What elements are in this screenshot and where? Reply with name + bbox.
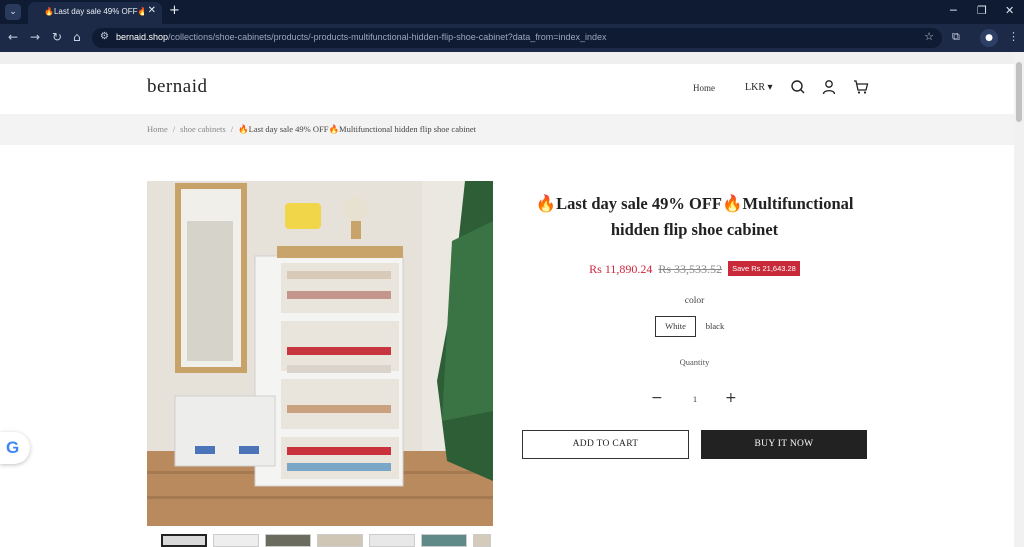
- reload-icon[interactable]: ↻: [52, 30, 62, 44]
- address-bar[interactable]: ⚙ bernaid.shop/collections/shoe-cabinets…: [92, 28, 942, 48]
- product-thumbnail[interactable]: [317, 534, 363, 547]
- google-icon: G: [6, 438, 20, 457]
- option-black-button[interactable]: black: [700, 316, 730, 337]
- breadcrumb-home[interactable]: Home: [147, 124, 168, 134]
- close-icon[interactable]: ✕: [1005, 4, 1014, 17]
- bookmark-star-icon[interactable]: ☆: [924, 30, 934, 43]
- quantity-decrease-button[interactable]: −: [651, 390, 663, 406]
- breadcrumb-separator: /: [172, 124, 176, 134]
- compare-price: Rs 33,533.52: [658, 262, 723, 276]
- new-tab-button[interactable]: +: [169, 3, 180, 18]
- quantity-increase-button[interactable]: +: [725, 390, 737, 406]
- product-title-line1: 🔥Last day sale 49% OFF🔥Multifunctional: [535, 194, 854, 213]
- forward-icon[interactable]: →: [30, 30, 40, 44]
- maximize-icon[interactable]: ❐: [977, 4, 987, 17]
- menu-icon[interactable]: ⋮: [1008, 30, 1019, 43]
- breadcrumb-collection[interactable]: shoe cabinets: [180, 124, 226, 134]
- breadcrumb-separator: /: [230, 124, 234, 134]
- breadcrumb: Home / shoe cabinets / 🔥Last day sale 49% OF…: [147, 124, 476, 135]
- store-logo[interactable]: bernaid: [147, 76, 207, 98]
- sale-price: Rs 11,890.24: [589, 262, 653, 276]
- profile-icon[interactable]: ●: [980, 29, 998, 47]
- product-title: 🔥Last day sale 49% OFF🔥Multifunctional h…: [522, 191, 867, 243]
- thumbnail-strip: [161, 534, 491, 547]
- account-icon[interactable]: [821, 79, 837, 95]
- quantity-label: Quantity: [679, 357, 710, 367]
- add-to-cart-button[interactable]: ADD TO CART: [522, 430, 689, 459]
- product-main-image[interactable]: [147, 181, 493, 526]
- cart-icon[interactable]: [853, 79, 869, 95]
- breadcrumb-current: 🔥Last day sale 49% OFF🔥Multifunctional h…: [238, 124, 476, 134]
- tab-close-icon[interactable]: ✕: [148, 5, 156, 16]
- browser-tab[interactable]: 🔥Last day sale 49% OFF🔥Mu ✕: [28, 2, 162, 24]
- extensions-icon[interactable]: ⧉: [952, 30, 960, 44]
- product-title-line2: hidden flip shoe cabinet: [610, 220, 779, 239]
- scrollbar-thumb[interactable]: [1016, 62, 1022, 122]
- product-thumbnail[interactable]: [473, 534, 491, 547]
- tab-search-icon[interactable]: ⌄: [5, 4, 21, 20]
- buy-now-button[interactable]: BUY IT NOW: [701, 430, 867, 459]
- site-info-icon[interactable]: ⚙: [100, 31, 109, 42]
- product-thumbnail[interactable]: [265, 534, 311, 547]
- option-label: color: [684, 296, 705, 306]
- breadcrumb-bar: Home / shoe cabinets / 🔥Last day sale 49% OF…: [0, 114, 1014, 145]
- announcement-bar: [0, 52, 1014, 64]
- url-text[interactable]: bernaid.shop/collections/shoe-cabinets/p…: [116, 32, 607, 42]
- nav-home-link[interactable]: Home: [693, 83, 715, 93]
- option-white-button[interactable]: White: [655, 316, 696, 337]
- product-thumbnail[interactable]: [369, 534, 415, 547]
- product-thumbnail[interactable]: [213, 534, 259, 547]
- product-thumbnail[interactable]: [421, 534, 467, 547]
- page-scrollbar[interactable]: [1014, 52, 1024, 547]
- page: bernaid Home LKR ▾ Home / shoe cabinets / 🔥L…: [0, 52, 1014, 547]
- price-row: Rs 11,890.24 Rs 33,533.52 Save Rs 21,643.2…: [522, 260, 867, 278]
- quantity-input[interactable]: 1: [680, 394, 710, 404]
- back-icon[interactable]: ←: [8, 30, 18, 44]
- save-badge: Save Rs 21,643.28: [728, 261, 800, 276]
- browser-toolbar: ← → ↻ ⌂ ⚙ bernaid.shop/collections/shoe-…: [0, 24, 1024, 52]
- tab-title: 🔥Last day sale 49% OFF🔥Mu: [44, 7, 144, 16]
- search-icon[interactable]: [790, 79, 806, 95]
- browser-tabstrip: ⌄ 🔥Last day sale 49% OFF🔥Mu ✕ + ─ ❐ ✕: [0, 0, 1024, 24]
- product-thumbnail[interactable]: [161, 534, 207, 547]
- minimize-icon[interactable]: ─: [950, 4, 957, 17]
- home-icon[interactable]: ⌂: [73, 30, 81, 44]
- currency-selector[interactable]: LKR ▾: [745, 82, 773, 93]
